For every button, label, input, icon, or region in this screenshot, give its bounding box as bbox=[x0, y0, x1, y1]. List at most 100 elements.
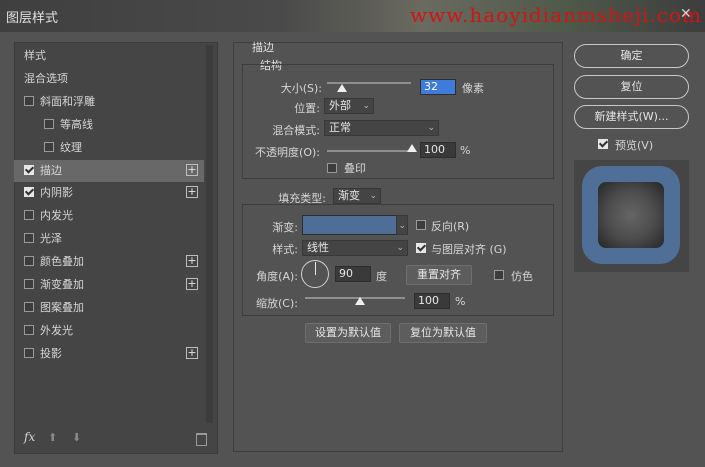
satin-checkbox[interactable] bbox=[24, 233, 34, 244]
sidebar-item-label: 样式 bbox=[24, 49, 46, 62]
section-title: 描边 bbox=[252, 41, 274, 54]
stroke-checkbox[interactable] bbox=[24, 164, 34, 175]
sidebar-item-label: 内阴影 bbox=[40, 186, 73, 200]
reset-button[interactable]: 复位 bbox=[574, 75, 689, 99]
style-list-scrollbar[interactable] bbox=[206, 45, 213, 423]
blend-mode-select[interactable]: 正常 ⌄ bbox=[324, 120, 439, 136]
gradient-swatch[interactable] bbox=[302, 215, 406, 235]
close-icon[interactable]: ✕ bbox=[680, 6, 692, 22]
chevron-down-icon: ⌄ bbox=[427, 123, 435, 133]
dither-label: 仿色 bbox=[511, 270, 533, 283]
opacity-label: 不透明度(O): bbox=[255, 146, 320, 159]
reverse-checkbox[interactable] bbox=[416, 220, 426, 230]
fill-type-select[interactable]: 渐变 ⌄ bbox=[333, 188, 381, 204]
set-default-button[interactable]: 设置为默认值 bbox=[305, 323, 391, 343]
chevron-down-icon: ⌄ bbox=[362, 101, 370, 111]
style-label: 样式: bbox=[272, 243, 298, 256]
opacity-slider[interactable] bbox=[327, 150, 412, 152]
add-effect-icon[interactable]: + bbox=[186, 278, 198, 290]
opacity-input[interactable]: 100 bbox=[420, 142, 456, 158]
texture-checkbox[interactable] bbox=[44, 141, 54, 152]
sidebar-item-stroke[interactable]: 描边 + bbox=[14, 159, 204, 182]
sidebar-item-blending-options[interactable]: 混合选项 bbox=[14, 68, 204, 90]
angle-dial[interactable] bbox=[301, 260, 329, 288]
sidebar-item-inner-shadow[interactable]: 内阴影 + bbox=[14, 182, 204, 204]
angle-input[interactable]: 90 bbox=[335, 266, 371, 282]
sidebar-item-label: 光泽 bbox=[40, 232, 62, 246]
fill-type-value: 渐变 bbox=[338, 189, 360, 202]
blend-mode-value: 正常 bbox=[329, 121, 351, 134]
sidebar-item-gradient-overlay[interactable]: 渐变叠加 + bbox=[14, 274, 204, 296]
size-input[interactable]: 32 bbox=[420, 79, 456, 95]
align-with-layer-checkbox[interactable] bbox=[416, 243, 426, 253]
size-label: 大小(S): bbox=[280, 82, 322, 95]
add-effect-icon[interactable]: + bbox=[186, 255, 198, 268]
opacity-slider-thumb[interactable] bbox=[407, 144, 417, 152]
position-select[interactable]: 外部 ⌄ bbox=[324, 98, 374, 114]
bevel-emboss-checkbox[interactable] bbox=[24, 95, 34, 106]
sidebar-item-label: 外发光 bbox=[40, 323, 73, 337]
sidebar-item-drop-shadow[interactable]: 投影 + bbox=[14, 343, 204, 365]
fx-icon[interactable]: fx bbox=[24, 430, 35, 444]
sidebar-item-label: 颜色叠加 bbox=[40, 255, 84, 269]
blend-mode-label: 混合模式: bbox=[272, 124, 320, 137]
gradient-overlay-checkbox[interactable] bbox=[24, 279, 34, 289]
reset-default-button[interactable]: 复位为默认值 bbox=[399, 323, 487, 343]
chevron-down-icon: ⌄ bbox=[369, 191, 377, 201]
align-with-layer-label: 与图层对齐 (G) bbox=[431, 243, 507, 256]
gradient-style-select[interactable]: 线性 ⌄ bbox=[302, 240, 408, 256]
sidebar-item-contour[interactable]: 等高线 bbox=[14, 114, 204, 136]
sidebar-item-pattern-overlay[interactable]: 图案叠加 bbox=[14, 297, 204, 319]
sidebar-item-satin[interactable]: 光泽 bbox=[14, 228, 204, 250]
sidebar-item-label: 斜面和浮雕 bbox=[40, 94, 95, 108]
sidebar-item-label: 投影 bbox=[40, 346, 62, 360]
reverse-label: 反向(R) bbox=[431, 220, 470, 233]
gradient-picker-button[interactable]: ⌄ bbox=[396, 215, 408, 235]
preview-checkbox[interactable] bbox=[598, 139, 608, 149]
overprint-checkbox[interactable] bbox=[327, 163, 337, 173]
size-slider-thumb[interactable] bbox=[337, 84, 348, 92]
sidebar-item-styles[interactable]: 样式 bbox=[14, 45, 204, 67]
scale-label: 缩放(C): bbox=[256, 297, 298, 310]
scale-input[interactable]: 100 bbox=[414, 293, 450, 309]
sidebar-item-label: 内发光 bbox=[40, 209, 73, 223]
reset-alignment-button[interactable]: 重置对齐 bbox=[406, 265, 472, 285]
window-title: 图层样式 bbox=[6, 11, 59, 26]
new-style-button[interactable]: 新建样式(W)... bbox=[574, 105, 689, 129]
sidebar-item-label: 图案叠加 bbox=[40, 300, 84, 314]
watermark-text: www.haoyidianmsheji.com bbox=[410, 3, 702, 27]
chevron-down-icon: ⌄ bbox=[398, 221, 406, 231]
scale-unit: % bbox=[455, 295, 466, 308]
sidebar-item-color-overlay[interactable]: 颜色叠加 + bbox=[14, 251, 204, 273]
sidebar-item-outer-glow[interactable]: 外发光 bbox=[14, 320, 204, 342]
style-preview bbox=[574, 160, 689, 272]
contour-checkbox[interactable] bbox=[44, 118, 54, 129]
drop-shadow-checkbox[interactable] bbox=[24, 347, 34, 358]
dither-checkbox[interactable] bbox=[494, 270, 504, 280]
sidebar-item-label: 渐变叠加 bbox=[40, 278, 84, 291]
pattern-overlay-checkbox[interactable] bbox=[24, 301, 34, 312]
inner-glow-checkbox[interactable] bbox=[24, 210, 34, 221]
inner-shadow-checkbox[interactable] bbox=[24, 187, 34, 198]
add-effect-icon[interactable]: + bbox=[186, 346, 198, 359]
sidebar-item-bevel-emboss[interactable]: 斜面和浮雕 bbox=[14, 91, 204, 113]
move-down-icon[interactable]: ⬇ bbox=[72, 431, 81, 444]
sidebar-item-texture[interactable]: 纹理 bbox=[14, 137, 204, 159]
scale-slider-thumb[interactable] bbox=[355, 297, 365, 305]
preview-label: 预览(V) bbox=[615, 139, 654, 152]
outer-glow-checkbox[interactable] bbox=[24, 324, 34, 335]
trash-icon[interactable] bbox=[196, 433, 207, 446]
ok-button[interactable]: 确定 bbox=[574, 44, 689, 68]
position-value: 外部 bbox=[329, 99, 351, 112]
add-effect-icon[interactable]: + bbox=[186, 163, 198, 176]
sidebar-item-label: 混合选项 bbox=[24, 71, 68, 85]
overprint-label: 叠印 bbox=[344, 162, 366, 175]
gradient-style-value: 线性 bbox=[307, 241, 329, 254]
gradient-label: 渐变: bbox=[272, 221, 298, 234]
move-up-icon[interactable]: ⬆ bbox=[48, 431, 57, 444]
color-overlay-checkbox[interactable] bbox=[24, 256, 34, 267]
add-effect-icon[interactable]: + bbox=[186, 186, 198, 199]
size-unit: 像素 bbox=[462, 82, 484, 95]
sidebar-item-inner-glow[interactable]: 内发光 bbox=[14, 205, 204, 227]
sidebar-item-label: 纹理 bbox=[60, 140, 82, 154]
